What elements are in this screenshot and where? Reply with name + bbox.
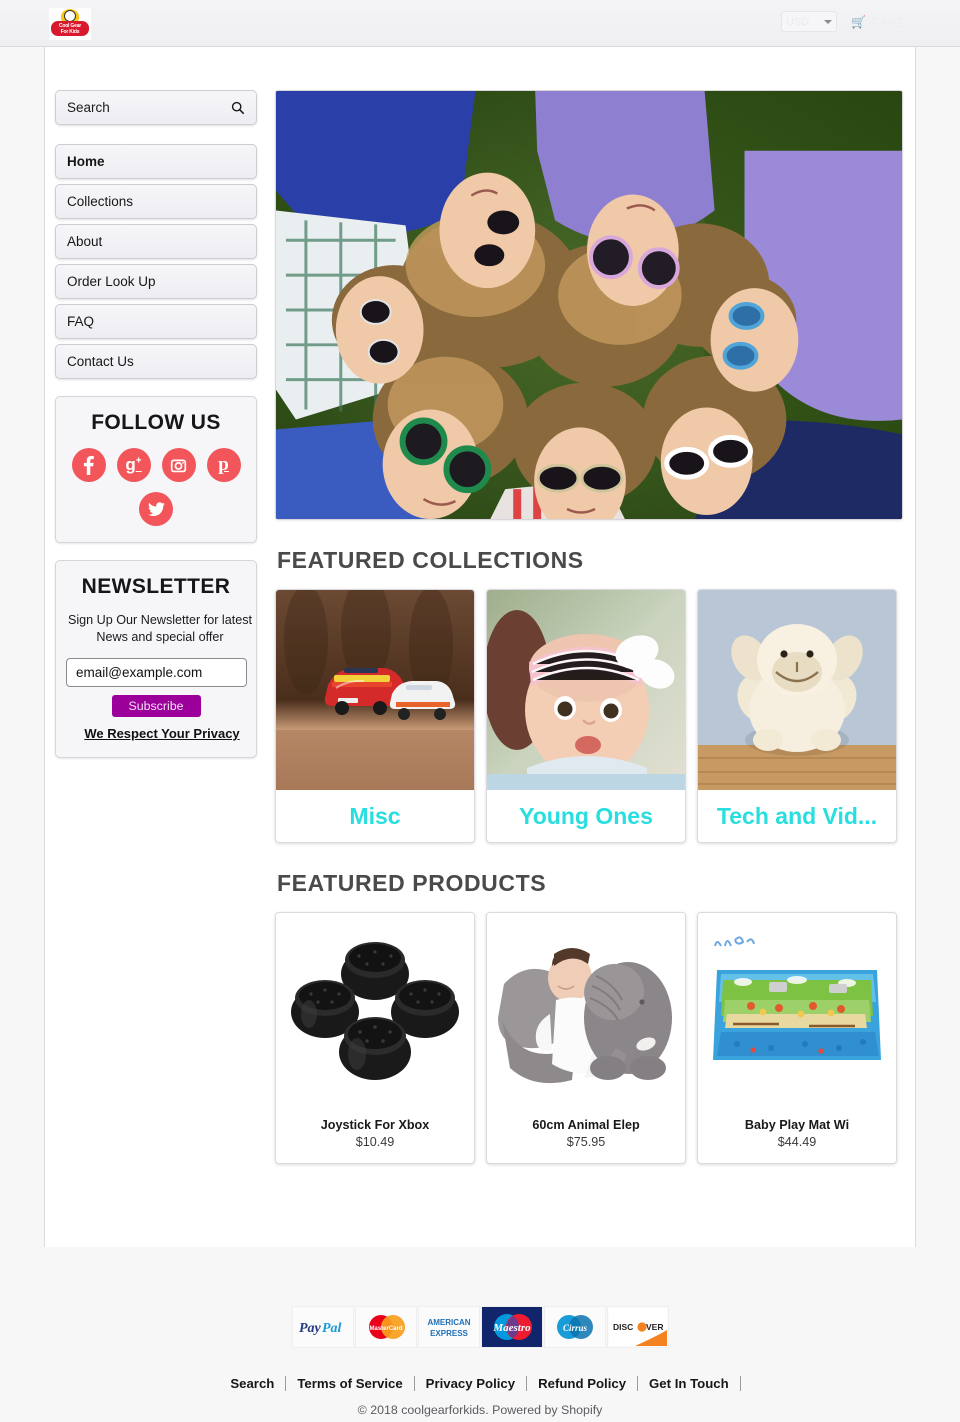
sidebar-item-label: About (67, 234, 103, 249)
discover-icon: DISC VER (606, 1306, 669, 1348)
sidebar-item-label: Contact Us (67, 354, 134, 369)
hero-banner[interactable] (275, 90, 903, 520)
sidebar-item-label: Home (67, 154, 105, 169)
hero-image (276, 91, 902, 519)
sidebar-item-order-look-up[interactable]: Order Look Up (55, 264, 257, 299)
footer-link-privacy-policy[interactable]: Privacy Policy (415, 1376, 526, 1391)
sidebar-item-label: Order Look Up (67, 274, 156, 289)
currency-value: USD (785, 15, 810, 28)
google-plus-icon[interactable]: g+ (116, 448, 151, 482)
pinterest-icon[interactable]: p (206, 448, 241, 482)
footer-links: Search Terms of Service Privacy Policy R… (0, 1376, 960, 1391)
mastercard-icon: MasterCard (354, 1306, 417, 1348)
chevron-down-icon (823, 19, 832, 24)
product-card[interactable]: Baby Play Mat Wi $44.49 (697, 912, 897, 1164)
featured-products-title: FEATURED PRODUCTS (277, 870, 547, 896)
search-input[interactable] (67, 100, 217, 115)
sidebar-item-label: FAQ (67, 314, 95, 329)
cart-link[interactable]: 🛒 CART (851, 15, 904, 29)
cirrus-icon: Cirrus (543, 1306, 606, 1348)
svg-text:DISC: DISC (613, 1322, 633, 1332)
newsletter-panel: NEWSLETTER Sign Up Our Newsletter for la… (55, 560, 257, 758)
site-footer: Pay Pal MasterCard AMERICAN EXPRESS Maes… (0, 1247, 960, 1417)
american-express-icon: AMERICAN EXPRESS (417, 1306, 480, 1348)
featured-products-row: Joystick For Xbox $10.49 60cm Animal Ele… (275, 912, 903, 1164)
product-price: $75.95 (566, 1135, 606, 1149)
subscribe-button[interactable]: Subscribe (111, 695, 201, 717)
product-name: Joystick For Xbox (320, 1118, 430, 1132)
instagram-icon[interactable] (161, 448, 196, 482)
featured-collections-title: FEATURED COLLECTIONS (277, 547, 584, 573)
footer-link-get-in-touch[interactable]: Get In Touch (638, 1376, 740, 1391)
product-name: Baby Play Mat Wi (744, 1118, 850, 1132)
newsletter-title: NEWSLETTER (81, 575, 231, 598)
product-image-elephant-pillow (496, 925, 676, 1096)
twitter-icon[interactable] (139, 492, 173, 526)
sidebar-item-about[interactable]: About (55, 224, 257, 259)
newsletter-line-1: Sign Up Our Newsletter for latest (67, 613, 253, 627)
svg-text:MasterCard: MasterCard (369, 1326, 402, 1332)
collection-card[interactable]: Young Ones (486, 589, 686, 843)
copyright-text: © 2018 coolgearforkids. Powered by Shopi… (357, 1403, 603, 1417)
collection-image-tech-and-video (698, 590, 896, 790)
follow-us-title: FOLLOW US (91, 411, 221, 434)
collection-image-misc (276, 590, 474, 790)
follow-us-panel: FOLLOW US g+ p (55, 396, 257, 543)
sidebar-item-faq[interactable]: FAQ (55, 304, 257, 339)
featured-collections-row: Misc Young Ones Tech and Vid... (275, 589, 903, 843)
shopping-cart-icon: 🛒 (850, 14, 867, 29)
collection-title: Young Ones (519, 802, 653, 829)
sidebar-item-contact-us[interactable]: Contact Us (55, 344, 257, 379)
product-image-play-mat (707, 925, 887, 1096)
facebook-icon[interactable] (71, 448, 106, 482)
site-header: Cool Gear For Kids USD 🛒 CART (0, 0, 960, 47)
logo-badge-icon: Cool Gear For Kids (50, 9, 90, 39)
svg-text:EXPRESS: EXPRESS (430, 1329, 468, 1338)
paypal-icon: Pay Pal (291, 1306, 354, 1348)
svg-text:Cirrus: Cirrus (562, 1323, 587, 1333)
maestro-icon: Maestro (480, 1306, 543, 1348)
svg-text:AMERICAN: AMERICAN (427, 1318, 470, 1327)
newsletter-line-2: News and special offer (96, 630, 224, 644)
payment-methods: Pay Pal MasterCard AMERICAN EXPRESS Maes… (0, 1247, 960, 1348)
footer-separator (739, 1376, 741, 1391)
search-box[interactable] (55, 90, 257, 125)
product-image-joystick (285, 925, 465, 1096)
privacy-link[interactable]: We Respect Your Privacy (64, 726, 260, 741)
product-price: $10.49 (355, 1135, 395, 1149)
footer-link-search[interactable]: Search (219, 1376, 285, 1391)
search-icon[interactable] (231, 101, 245, 115)
email-field[interactable] (66, 658, 247, 687)
svg-text:Maestro: Maestro (492, 1322, 531, 1334)
sidebar-item-home[interactable]: Home (55, 144, 257, 179)
newsletter-description: Sign Up Our Newsletter for latest News a… (62, 612, 258, 646)
logo-line-2: For Kids (60, 29, 80, 35)
collection-image-young-ones (487, 590, 685, 790)
cart-label: CART (871, 15, 904, 28)
sidebar-item-label: Collections (67, 194, 134, 209)
sidebar: Home Collections About Order Look Up FAQ… (55, 90, 257, 758)
product-name: 60cm Animal Elep (532, 1118, 640, 1132)
product-card[interactable]: 60cm Animal Elep $75.95 (486, 912, 686, 1164)
product-price: $44.49 (777, 1135, 817, 1149)
site-logo[interactable]: Cool Gear For Kids (49, 8, 91, 40)
currency-selector[interactable]: USD (780, 11, 837, 32)
main-content: FEATURED COLLECTIONS Misc Young Ones Tec… (275, 90, 903, 1164)
product-card[interactable]: Joystick For Xbox $10.49 (275, 912, 475, 1164)
collection-title: Tech and Vid... (716, 802, 878, 829)
collection-card[interactable]: Tech and Vid... (697, 589, 897, 843)
svg-text:Pal: Pal (322, 1321, 342, 1336)
footer-link-terms-of-service[interactable]: Terms of Service (286, 1376, 413, 1391)
svg-text:VER: VER (646, 1322, 663, 1332)
footer-link-refund-policy[interactable]: Refund Policy (527, 1376, 637, 1391)
svg-text:Pay: Pay (299, 1321, 322, 1336)
sidebar-item-collections[interactable]: Collections (55, 184, 257, 219)
collection-card[interactable]: Misc (275, 589, 475, 843)
collection-title: Misc (349, 802, 401, 829)
